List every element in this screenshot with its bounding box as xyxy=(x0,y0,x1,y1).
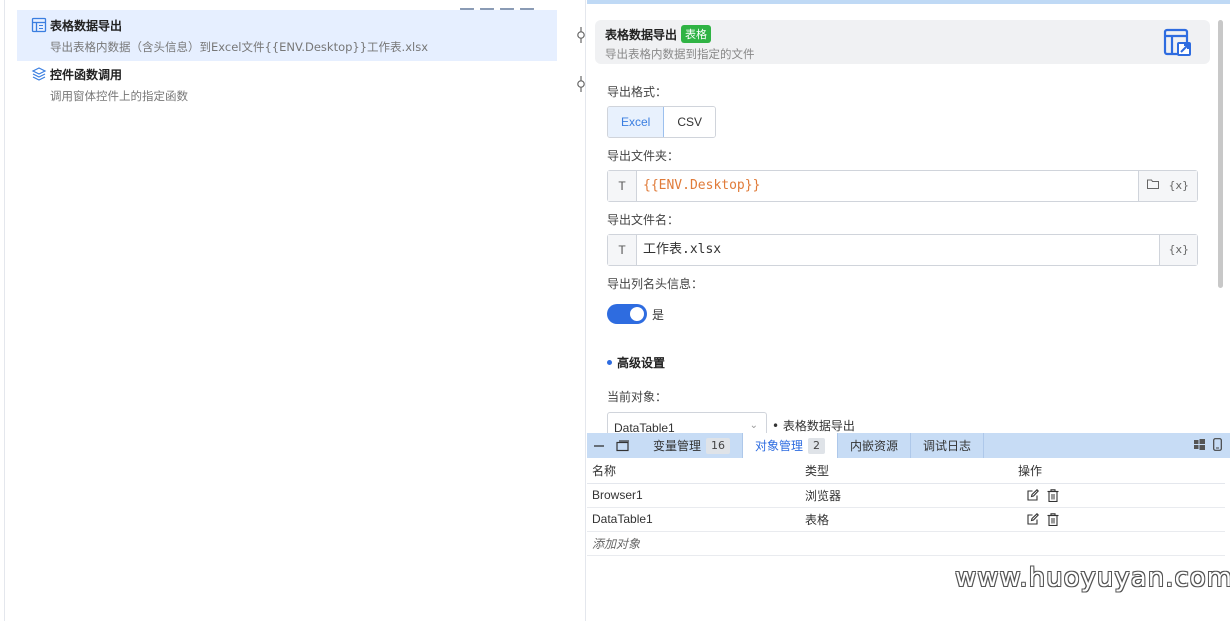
delete-icon[interactable] xyxy=(1047,512,1059,526)
layers-icon xyxy=(31,66,47,82)
variable-insert-button[interactable]: {x} xyxy=(1168,171,1189,201)
flow-step-desc: 调用窗体控件上的指定函数 xyxy=(50,89,188,103)
folder-open-icon[interactable] xyxy=(1147,171,1160,201)
restore-icon[interactable] xyxy=(611,433,635,458)
category-tag: 表格 xyxy=(681,25,712,43)
column-header-actions: 操作 xyxy=(1013,459,1225,484)
filename-input[interactable]: 工作表.xlsx xyxy=(637,235,1159,265)
tab-debug-log[interactable]: 调试日志 xyxy=(911,433,985,458)
format-option-excel[interactable]: Excel xyxy=(608,107,665,137)
command-title: 表格数据导出 xyxy=(605,27,678,42)
object-name: DataTable1 xyxy=(587,507,800,532)
flow-step-title: 表格数据导出 xyxy=(50,18,123,33)
filename-label: 导出文件名： xyxy=(607,213,680,227)
column-header-type: 类型 xyxy=(800,459,1013,484)
folder-field[interactable]: T {{ENV.Desktop}} {x} xyxy=(607,170,1198,202)
object-note: • 表格数据导出 xyxy=(772,419,855,433)
table-export-icon xyxy=(31,17,47,33)
advanced-settings-header[interactable]: 高级设置 xyxy=(607,354,665,371)
flow-step-control-call[interactable]: 控件函数调用 调用窗体控件上的指定函数 xyxy=(17,59,557,110)
objects-table: 名称 类型 操作 Browser1 浏览器 DataTable1 表格 添加对象 xyxy=(587,459,1225,556)
chevron-down-icon: ⌄ xyxy=(749,420,758,431)
filename-field[interactable]: T 工作表.xlsx {x} xyxy=(607,234,1198,266)
table-row[interactable]: Browser1 浏览器 xyxy=(587,483,1225,508)
breakpoint-pin-icon[interactable] xyxy=(576,76,586,92)
format-option-csv[interactable]: CSV xyxy=(664,107,716,137)
tab-objects[interactable]: 对象管理 2 xyxy=(743,433,839,458)
command-header: 表格数据导出 表格 导出表格内数据到指定的文件 xyxy=(595,20,1210,64)
flow-step-table-export[interactable]: 表格数据导出 导出表格内数据（含头信息）到Excel文件{{ENV.Deskto… xyxy=(17,10,557,61)
tab-label: 调试日志 xyxy=(923,439,972,453)
current-object-value: DataTable1 xyxy=(614,421,675,433)
add-object-row[interactable]: 添加对象 xyxy=(587,531,1225,556)
tab-label: 对象管理 xyxy=(755,439,804,453)
object-name: Browser1 xyxy=(587,483,800,508)
current-object-label: 当前对象： xyxy=(607,390,668,404)
flow-step-title: 控件函数调用 xyxy=(50,67,123,82)
variable-insert-button[interactable]: {x} xyxy=(1159,235,1197,265)
advanced-settings-label: 高级设置 xyxy=(617,356,666,370)
minimize-icon[interactable] xyxy=(587,433,611,458)
flow-step-desc: 导出表格内数据（含头信息）到Excel文件{{ENV.Desktop}}工作表.… xyxy=(50,40,429,54)
table-export-icon xyxy=(1162,27,1194,59)
add-object-link[interactable]: 添加对象 xyxy=(587,531,1225,556)
text-type-indicator[interactable]: T xyxy=(608,171,637,201)
edit-icon[interactable] xyxy=(1027,513,1039,525)
properties-topbar xyxy=(587,0,1230,4)
folder-input[interactable]: {{ENV.Desktop}} xyxy=(637,171,1138,201)
format-selector[interactable]: Excel CSV xyxy=(607,106,717,138)
app-window: 表格数据导出 导出表格内数据（含头信息）到Excel文件{{ENV.Deskto… xyxy=(0,0,1230,621)
table-row[interactable]: DataTable1 表格 xyxy=(587,507,1225,532)
object-type: 浏览器 xyxy=(800,483,1013,508)
mobile-device-icon[interactable] xyxy=(1213,437,1222,454)
bottom-tabbar: 变量管理 16 对象管理 2 内嵌资源 调试日志 xyxy=(587,433,1230,458)
toolbar-strip xyxy=(460,0,570,11)
command-desc: 导出表格内数据到指定的文件 xyxy=(605,47,755,61)
header-info-toggle[interactable] xyxy=(607,304,647,324)
delete-icon[interactable] xyxy=(1047,488,1059,502)
flow-panel: 表格数据导出 导出表格内数据（含头信息）到Excel文件{{ENV.Deskto… xyxy=(4,0,586,621)
table-header-row: 名称 类型 操作 xyxy=(587,459,1225,484)
tab-label: 变量管理 xyxy=(653,439,702,453)
folder-label: 导出文件夹： xyxy=(607,149,680,163)
format-label: 导出格式： xyxy=(607,85,668,99)
windows-logo-icon[interactable] xyxy=(1194,438,1205,453)
column-header-name: 名称 xyxy=(587,459,800,484)
edit-icon[interactable] xyxy=(1027,489,1039,501)
object-type: 表格 xyxy=(800,507,1013,532)
properties-panel: 表格数据导出 表格 导出表格内数据到指定的文件 导出格式： Excel CSV … xyxy=(587,0,1230,433)
current-object-select[interactable]: DataTable1 ⌄ xyxy=(607,412,767,433)
watermark: www.huoyuyan.com xyxy=(955,563,1230,593)
scrollbar[interactable] xyxy=(1218,20,1223,288)
toggle-state-label: 是 xyxy=(652,308,665,322)
count-badge: 2 xyxy=(808,437,826,454)
tab-variables[interactable]: 变量管理 16 xyxy=(641,433,744,458)
bullet-dot xyxy=(607,360,612,365)
tab-embedded-resources[interactable]: 内嵌资源 xyxy=(838,433,912,458)
tab-label: 内嵌资源 xyxy=(850,439,899,453)
breakpoint-pin-icon[interactable] xyxy=(576,27,586,43)
text-type-indicator[interactable]: T xyxy=(608,235,637,265)
count-badge: 16 xyxy=(706,437,731,454)
header-info-label: 导出列名头信息： xyxy=(607,277,704,291)
